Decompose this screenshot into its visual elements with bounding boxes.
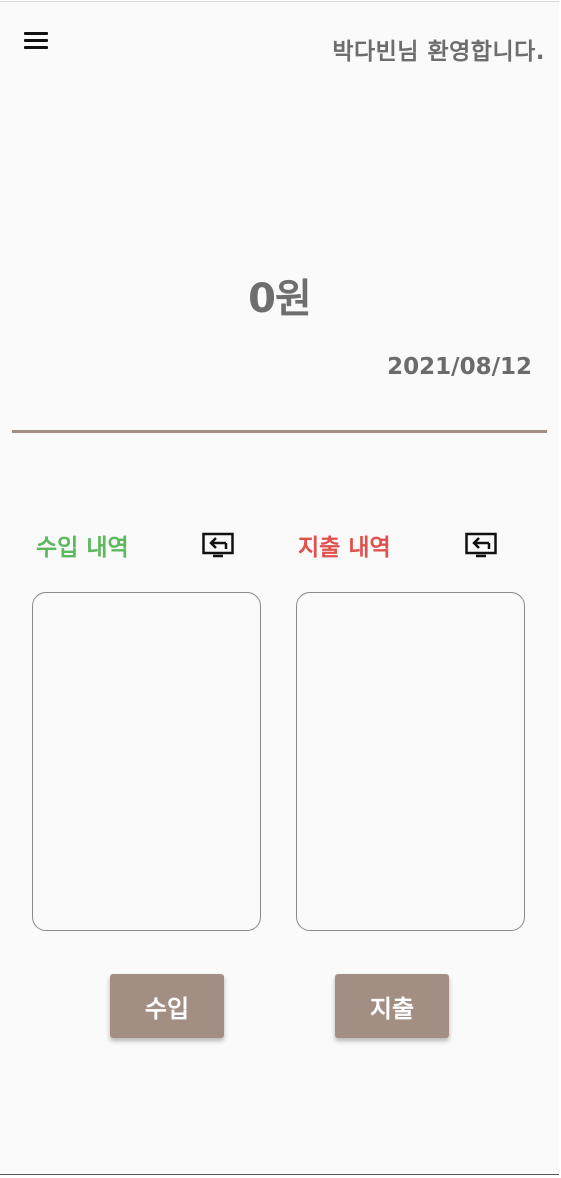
expense-history-title: 지출 내역 [298,535,391,561]
menu-line [24,39,48,42]
hamburger-menu-icon[interactable] [22,28,52,54]
income-list[interactable] [32,592,261,931]
expense-swap-screen-icon[interactable] [465,532,497,558]
app-screen: 박다빈님 환영합니다. 0원 2021/08/12 수입 내역 지출 내역 수입… [0,1,559,1175]
income-history-title: 수입 내역 [36,535,129,561]
balance-amount: 0원 [248,276,312,322]
expense-list[interactable] [296,592,525,931]
income-swap-screen-icon[interactable] [202,532,234,558]
menu-line [24,32,48,35]
add-expense-button[interactable]: 지출 [335,974,449,1038]
menu-line [24,46,48,49]
add-income-button[interactable]: 수입 [110,974,224,1038]
current-date: 2021/08/12 [387,354,532,380]
welcome-message: 박다빈님 환영합니다. [332,39,545,65]
divider [12,430,547,433]
